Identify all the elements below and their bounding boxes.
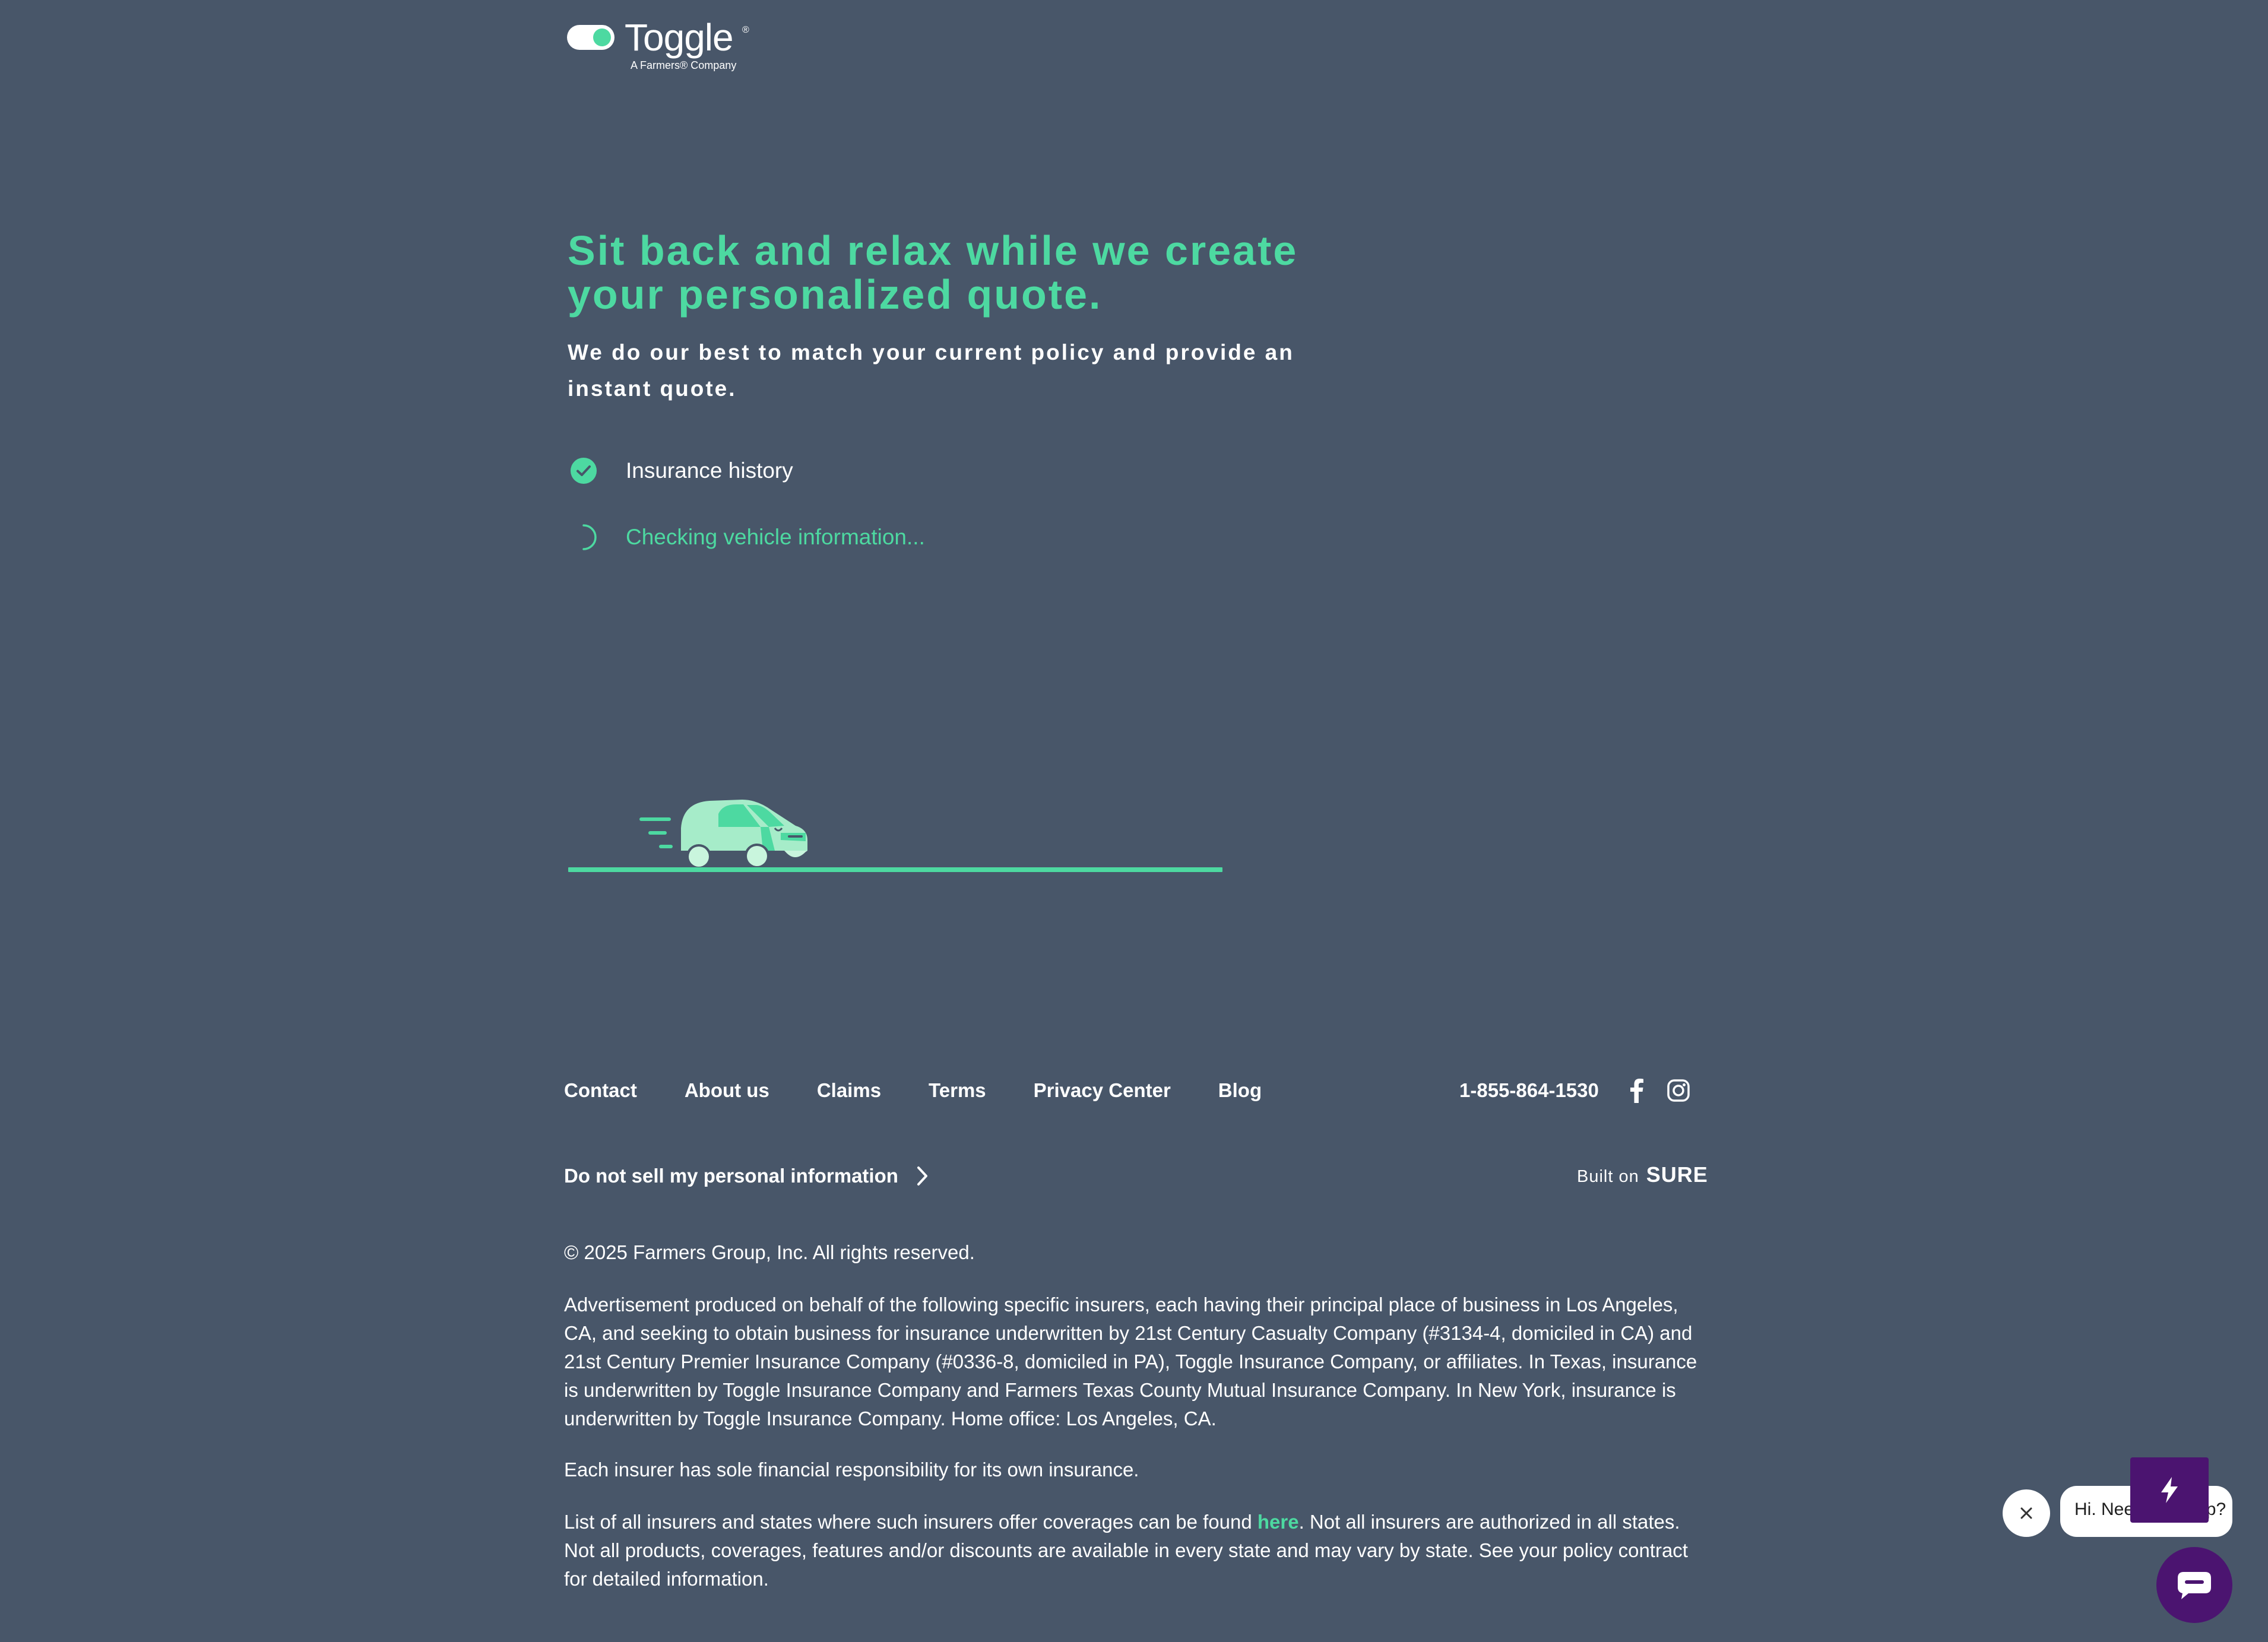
footer-link-contact[interactable]: Contact xyxy=(564,1079,637,1102)
logo-registered-mark: ® xyxy=(742,25,749,35)
lightning-bolt-icon xyxy=(2161,1477,2178,1503)
chat-dismiss-button[interactable] xyxy=(2003,1489,2050,1537)
car-icon xyxy=(681,800,807,869)
chat-launcher-button[interactable] xyxy=(2156,1547,2232,1623)
spinner-icon xyxy=(582,524,597,550)
page-headline: Sit back and relax while we create your … xyxy=(568,227,1298,318)
footer-link-privacy-center[interactable]: Privacy Center xyxy=(1034,1079,1171,1102)
facebook-icon[interactable] xyxy=(1625,1077,1649,1104)
toggle-switch-icon xyxy=(567,25,614,50)
progress-step-vehicle-information: Checking vehicle information... xyxy=(570,519,925,555)
advertisement-disclosure: Advertisement produced on behalf of the … xyxy=(564,1294,1697,1429)
instagram-icon[interactable] xyxy=(1667,1077,1690,1104)
footer-nav: Contact About us Claims Terms Privacy Ce… xyxy=(564,1079,1262,1102)
sure-logo: SURE xyxy=(1646,1162,1708,1187)
phone-number-link[interactable]: 1-855-864-1530 xyxy=(1459,1079,1599,1102)
toggle-switch-knob xyxy=(593,28,611,46)
footer-contact: 1-855-864-1530 xyxy=(1459,1077,1690,1104)
progress-step-insurance-history: Insurance history xyxy=(570,453,793,489)
footer-link-about-us[interactable]: About us xyxy=(685,1079,769,1102)
logo-wordmark: Toggle xyxy=(625,16,734,59)
chevron-right-icon xyxy=(917,1166,927,1185)
footer-link-terms[interactable]: Terms xyxy=(929,1079,986,1102)
do-not-sell-label: Do not sell my personal information xyxy=(564,1165,898,1187)
road-line xyxy=(568,867,1222,872)
copyright-text: © 2025 Farmers Group, Inc. All rights re… xyxy=(564,1241,975,1263)
built-on-label: Built on xyxy=(1577,1167,1639,1186)
speed-lines xyxy=(639,817,673,848)
insurers-list-disclosure: List of all insurers and states where su… xyxy=(564,1508,1704,1593)
footer-link-claims[interactable]: Claims xyxy=(817,1079,881,1102)
toggle-logo[interactable]: Toggle ® A Farmers® Company xyxy=(567,16,763,80)
chat-icon xyxy=(2178,1572,2211,1599)
insurers-list-here-link[interactable]: here xyxy=(1257,1511,1299,1533)
progress-step-label: Checking vehicle information... xyxy=(626,525,925,549)
car-on-road-illustration xyxy=(568,800,1222,872)
chat-brand-badge xyxy=(2130,1457,2209,1523)
close-icon xyxy=(2020,1507,2032,1519)
do-not-sell-link[interactable]: Do not sell my personal information xyxy=(564,1165,929,1187)
footer-link-blog[interactable]: Blog xyxy=(1218,1079,1262,1102)
insurers-list-text-before: List of all insurers and states where su… xyxy=(564,1511,1257,1533)
page-subheadline: We do our best to match your current pol… xyxy=(568,340,1294,401)
check-circle-icon xyxy=(571,458,597,484)
built-on-sure[interactable]: Built on SURE xyxy=(1577,1162,1708,1187)
logo-tagline: A Farmers® Company xyxy=(631,59,737,71)
progress-step-label: Insurance history xyxy=(626,458,793,483)
financial-responsibility-text: Each insurer has sole financial responsi… xyxy=(564,1459,1139,1481)
